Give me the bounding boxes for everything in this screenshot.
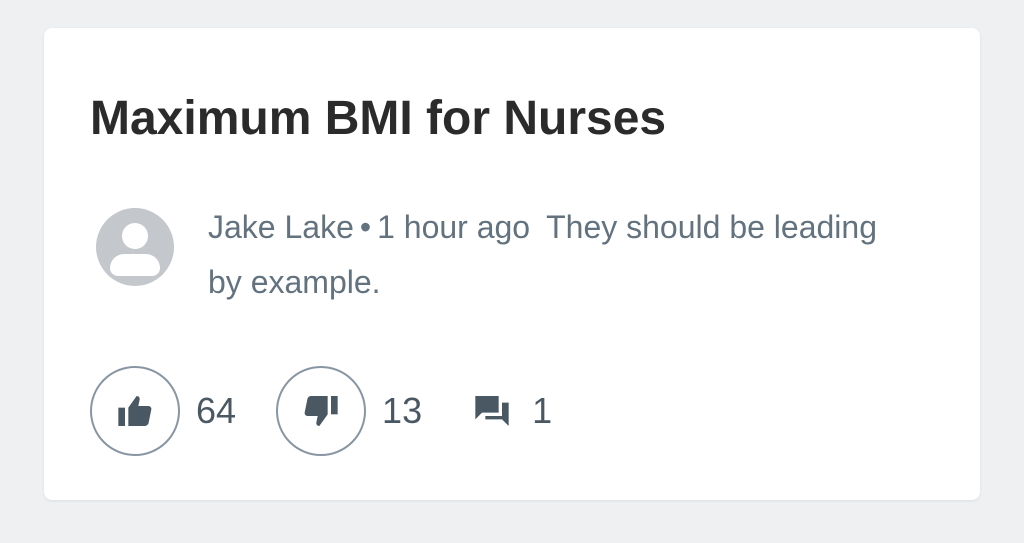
comment: Jake Lake • 1 hour ago They should be leadi… <box>208 200 908 310</box>
comment-time: 1 hour ago <box>377 209 531 245</box>
dislike-button[interactable] <box>276 366 367 456</box>
comment-author[interactable]: Jake Lake <box>208 209 354 245</box>
user-avatar-icon[interactable] <box>96 208 174 286</box>
action-bar: 64 13 1 <box>90 366 552 456</box>
post-title: Maximum BMI for Nurses <box>90 92 667 145</box>
avatar-head <box>122 223 148 249</box>
like-button[interactable] <box>90 366 180 456</box>
dislike-count: 13 <box>382 390 423 431</box>
avatar-body <box>110 254 160 276</box>
like-count: 64 <box>196 390 237 431</box>
thumbs-down-icon <box>304 396 338 426</box>
replies-button[interactable] <box>472 391 512 431</box>
comments-icon <box>475 396 509 426</box>
meta-separator: • <box>359 209 372 245</box>
post-card: Maximum BMI for Nurses Jake Lake • 1 hour … <box>44 28 980 500</box>
reply-count: 1 <box>532 390 553 431</box>
thumbs-up-icon <box>118 396 152 426</box>
